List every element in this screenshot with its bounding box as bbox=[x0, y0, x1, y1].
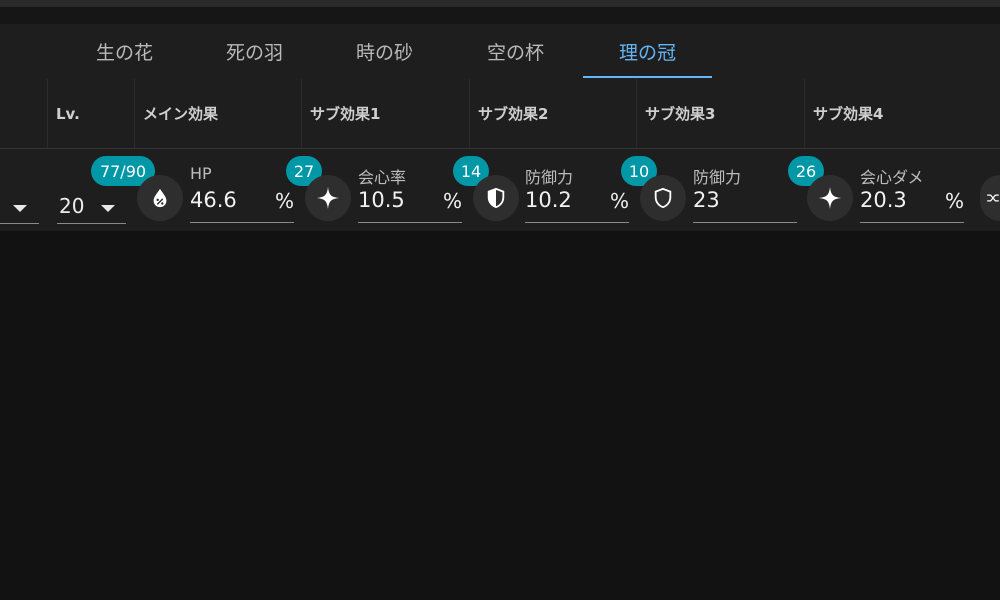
sub-stat-4-type-button[interactable] bbox=[807, 175, 853, 221]
tab-goblet[interactable]: 空の杯 bbox=[451, 24, 580, 79]
sub-stat-2-value: 10.2 bbox=[525, 188, 572, 212]
main-stat-input[interactable]: 46.6 % bbox=[190, 187, 294, 223]
header-sub-stat-2: サブ効果2 bbox=[478, 105, 549, 123]
sub-stat-3-input[interactable]: 23 bbox=[693, 187, 797, 223]
shield-outline-icon bbox=[654, 187, 672, 209]
sub-stat-4-value: 20.3 bbox=[860, 188, 907, 212]
sub-stat-1-unit: % bbox=[442, 189, 462, 213]
sub-stat-2-unit: % bbox=[609, 189, 629, 213]
shield-half-icon bbox=[487, 187, 505, 209]
header-sub-stat-4: サブ効果4 bbox=[813, 105, 884, 123]
header-sub-stat-3: サブ効果3 bbox=[645, 105, 716, 123]
empty-content-area bbox=[0, 231, 1000, 600]
header-main-stat: メイン効果 bbox=[143, 105, 219, 123]
top-bar bbox=[0, 0, 1000, 7]
artifact-tabs: 生の花 死の羽 時の砂 空の杯 理の冠 bbox=[0, 24, 1000, 79]
sub-stat-2-input[interactable]: 10.2 % bbox=[525, 187, 629, 223]
level-value: 20 bbox=[59, 194, 85, 218]
sub-stat-1-value: 10.5 bbox=[358, 188, 405, 212]
table-header: Lv. メイン効果 サブ効果1 サブ効果2 サブ効果3 サブ効果4 bbox=[0, 79, 1000, 149]
sparkle-icon bbox=[819, 187, 841, 209]
shuffle-icon bbox=[987, 194, 999, 202]
hp-drop-icon bbox=[153, 188, 167, 208]
sub-stat-2-type-button[interactable] bbox=[473, 175, 519, 221]
sub-stat-1-input[interactable]: 10.5 % bbox=[358, 187, 462, 223]
sub-stat-3-type-button[interactable] bbox=[640, 175, 686, 221]
active-tab-indicator bbox=[583, 76, 712, 78]
main-stat-label: HP bbox=[190, 164, 212, 183]
main-stat-type-button[interactable] bbox=[137, 175, 183, 221]
header-level: Lv. bbox=[56, 104, 80, 123]
level-select[interactable]: 20 bbox=[57, 188, 126, 224]
sparkle-icon bbox=[317, 187, 339, 209]
tab-circlet[interactable]: 理の冠 bbox=[583, 24, 712, 79]
header-sub-stat-1: サブ効果1 bbox=[310, 105, 381, 123]
sub-stat-4-unit: % bbox=[944, 189, 964, 213]
sub-stat-3-label: 防御力 bbox=[693, 168, 742, 187]
tab-flower[interactable]: 生の花 bbox=[60, 24, 189, 79]
main-stat-unit: % bbox=[274, 189, 294, 213]
set-select[interactable] bbox=[0, 188, 39, 224]
artifact-editor: 生の花 死の羽 時の砂 空の杯 理の冠 Lv. メイン効果 サブ効果1 サブ効果… bbox=[0, 0, 1000, 600]
sub-stat-4-input[interactable]: 20.3 % bbox=[860, 187, 964, 223]
chevron-down-icon bbox=[13, 205, 27, 212]
main-stat-value: 46.6 bbox=[190, 188, 237, 212]
chevron-down-icon bbox=[101, 205, 115, 212]
sub-stat-2-label: 防御力 bbox=[525, 168, 574, 187]
sub-stat-1-type-button[interactable] bbox=[305, 175, 351, 221]
tab-sands[interactable]: 時の砂 bbox=[320, 24, 449, 79]
sub-stat-1-label: 会心率 bbox=[358, 168, 407, 187]
sub-stat-4-label: 会心ダメ bbox=[860, 168, 924, 187]
tab-plume[interactable]: 死の羽 bbox=[190, 24, 319, 79]
sub-stat-3-value: 23 bbox=[693, 188, 720, 212]
panel-gap bbox=[0, 7, 1000, 24]
